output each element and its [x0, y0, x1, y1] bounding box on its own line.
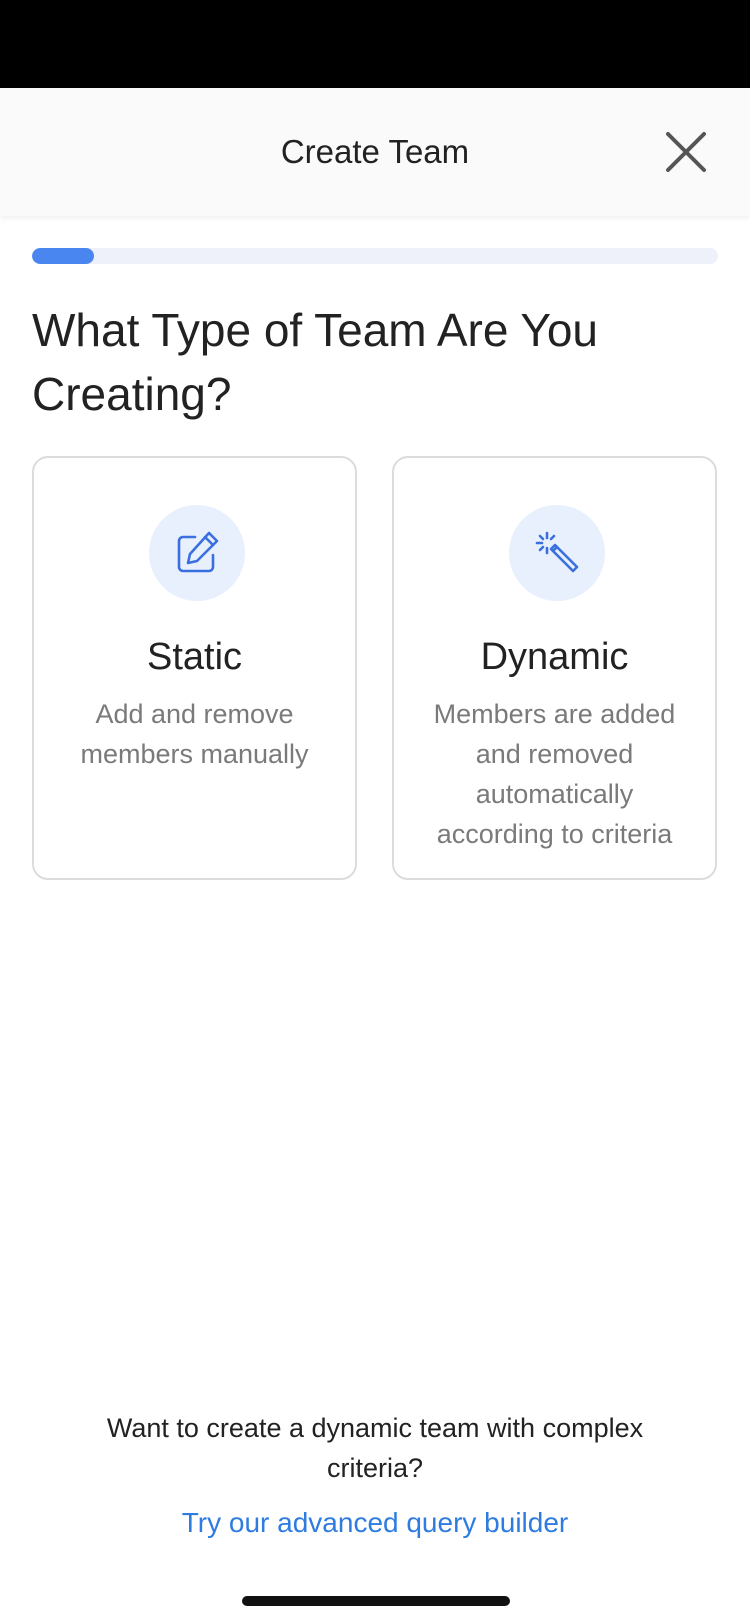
- footer-prompt: Want to create a dynamic team with compl…: [106, 1413, 644, 1483]
- question-heading: What Type of Team Are You Creating?: [32, 304, 599, 420]
- static-icon-circle: [149, 505, 245, 601]
- progress-fill: [32, 248, 94, 264]
- header: Create Team: [0, 88, 750, 216]
- dynamic-team-card[interactable]: Dynamic Members are added and removed au…: [392, 456, 717, 880]
- static-team-card[interactable]: Static Add and remove members manually: [32, 456, 357, 880]
- dynamic-card-description: Members are added and removed automatica…: [433, 699, 676, 849]
- magic-wand-icon: [535, 531, 579, 573]
- close-button[interactable]: [660, 126, 712, 178]
- close-icon: [666, 132, 706, 172]
- progress-bar: [32, 248, 718, 264]
- static-card-description: Add and remove members manually: [80, 699, 309, 769]
- dynamic-icon-circle: [509, 505, 605, 601]
- edit-pencil-icon: [177, 531, 219, 573]
- advanced-query-builder-link[interactable]: Try our advanced query builder: [0, 1507, 750, 1539]
- home-indicator: [242, 1596, 510, 1606]
- status-bar: [0, 0, 750, 88]
- dynamic-card-title: Dynamic: [480, 636, 629, 678]
- static-card-title: Static: [146, 636, 243, 678]
- page-title: Create Team: [280, 133, 470, 170]
